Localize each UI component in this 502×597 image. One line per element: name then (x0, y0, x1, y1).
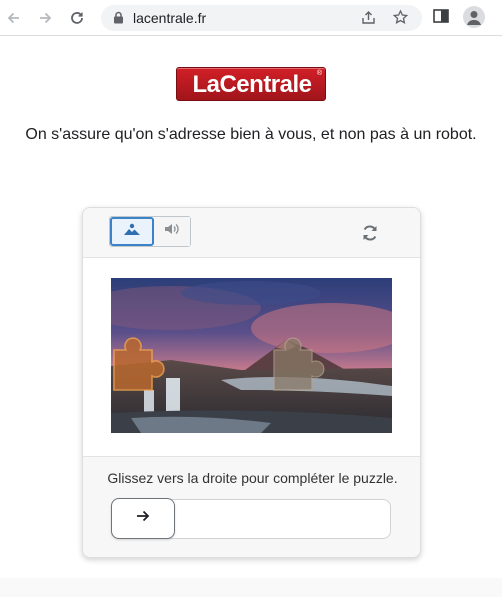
reload-icon[interactable] (65, 6, 89, 30)
refresh-icon[interactable] (358, 221, 382, 245)
page-heading: On s'assure qu'on s'adresse bien à vous,… (25, 126, 477, 143)
captcha-header (83, 208, 420, 258)
arrow-left-icon[interactable] (2, 6, 26, 30)
lacentrale-logo: LaCentrale ® (176, 67, 326, 101)
captcha-card: Glissez vers la droite pour compléter le… (82, 207, 421, 558)
profile-icon[interactable] (463, 6, 485, 28)
image-icon (122, 222, 142, 241)
page-bottom-band (0, 578, 502, 597)
image-mode-button[interactable] (110, 217, 154, 246)
side-panel-icon[interactable] (431, 6, 451, 31)
browser-toolbar: lacentrale.fr (0, 0, 502, 36)
slider-handle[interactable] (111, 498, 175, 539)
arrow-right-icon (135, 509, 151, 528)
arrow-right-icon[interactable] (33, 6, 57, 30)
audio-icon (163, 222, 181, 241)
logo-registered-mark: ® (316, 70, 322, 77)
audio-mode-button[interactable] (154, 217, 190, 246)
lock-icon[interactable] (113, 11, 124, 29)
share-icon[interactable] (360, 9, 377, 31)
url-text[interactable]: lacentrale.fr (133, 10, 206, 26)
captcha-puzzle-image (111, 278, 392, 433)
captcha-footer: Glissez vers la droite pour compléter le… (83, 456, 420, 557)
star-icon[interactable] (392, 9, 409, 31)
captcha-instruction: Glissez vers la droite pour compléter le… (107, 470, 398, 486)
logo-text: LaCentrale (192, 71, 312, 98)
captcha-mode-switch (109, 216, 191, 247)
address-bar[interactable]: lacentrale.fr (101, 5, 422, 31)
